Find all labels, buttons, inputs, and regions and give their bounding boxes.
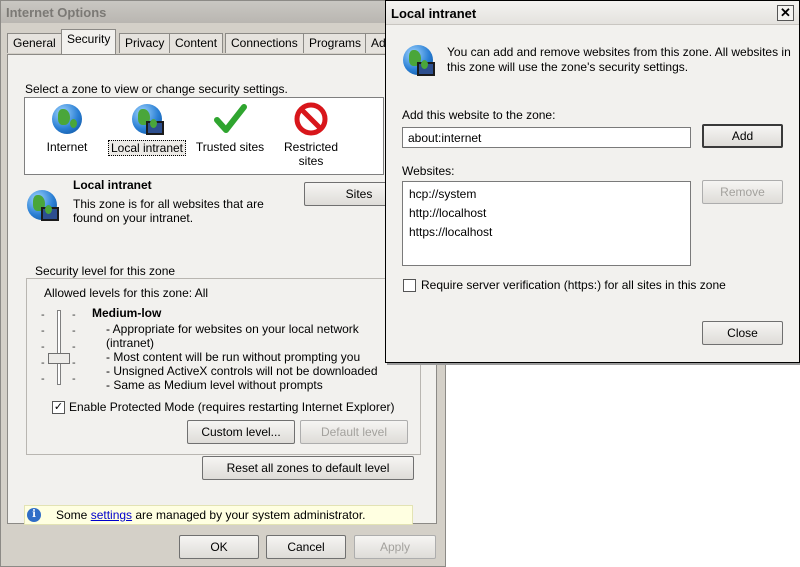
ok-button[interactable]: OK	[179, 535, 259, 559]
tab-general[interactable]: General	[7, 33, 62, 53]
websites-label: Websites:	[402, 164, 455, 178]
dialog-zone-icon	[403, 45, 435, 76]
internet-globe-icon	[52, 104, 82, 134]
admin-note: Some settings are managed by your system…	[56, 508, 366, 522]
protected-mode-checkbox[interactable]: ✓	[52, 401, 65, 414]
zone-label: Local intranet	[107, 140, 187, 156]
protected-mode-label: Enable Protected Mode (requires restarti…	[69, 400, 395, 414]
list-item[interactable]: http://localhost	[409, 204, 684, 223]
add-website-input[interactable]	[402, 127, 691, 148]
checkmark-icon	[214, 104, 247, 133]
tab-security[interactable]: Security	[61, 29, 117, 54]
close-icon[interactable]: ✕	[777, 5, 794, 21]
security-level-slider-thumb[interactable]	[48, 353, 70, 364]
remove-button[interactable]: Remove	[702, 180, 783, 204]
dialog-info-line2: this zone will use the zone's security s…	[447, 60, 689, 74]
settings-link[interactable]: settings	[91, 508, 132, 522]
restricted-icon	[294, 102, 328, 136]
zone-local-intranet[interactable]: Local intranet	[107, 102, 187, 156]
window-title: Internet Options	[1, 1, 445, 23]
zone-list: Internet Local intranet Trusted sites Re…	[24, 97, 384, 175]
info-icon: i	[27, 508, 41, 522]
level-bullet-4: - Same as Medium level without prompts	[106, 378, 323, 392]
security-level-name: Medium-low	[92, 306, 162, 320]
reset-all-zones-button[interactable]: Reset all zones to default level	[202, 456, 414, 480]
level-bullet-1: - Appropriate for websites on your local…	[106, 322, 359, 336]
tab-privacy[interactable]: Privacy	[119, 33, 171, 53]
close-button[interactable]: Close	[702, 321, 783, 345]
require-verification-label: Require server verification (https:) for…	[421, 278, 726, 292]
list-item[interactable]: https://localhost	[409, 223, 684, 242]
tab-programs[interactable]: Programs	[303, 33, 368, 53]
default-level-button[interactable]: Default level	[300, 420, 408, 444]
zone-restricted-sites[interactable]: Restricted sites	[271, 102, 351, 168]
selected-zone-name: Local intranet	[73, 178, 152, 192]
selected-zone-desc-line1: This zone is for all websites that are	[73, 197, 264, 211]
level-bullet-2: - Most content will be run without promp…	[106, 350, 361, 364]
add-button[interactable]: Add	[702, 124, 783, 148]
security-level-slider-track[interactable]	[57, 310, 61, 385]
tab-content[interactable]: Content	[169, 33, 224, 53]
allowed-levels-text: Allowed levels for this zone: All	[44, 286, 209, 300]
zone-label: Restricted sites	[283, 140, 339, 168]
cancel-button[interactable]: Cancel	[266, 535, 346, 559]
select-zone-instruction: Select a zone to view or change security…	[25, 82, 288, 96]
zone-label: Internet	[46, 140, 88, 154]
local-intranet-icon	[132, 104, 164, 135]
selected-zone-desc-line2: found on your intranet.	[73, 211, 194, 225]
level-bullet-3: - Unsigned ActiveX controls will not be …	[106, 364, 378, 378]
security-level-group-title: Security level for this zone	[33, 264, 178, 278]
websites-list[interactable]: hcp://system http://localhost https://lo…	[402, 181, 691, 266]
require-verification-checkbox[interactable]	[403, 279, 416, 292]
apply-button[interactable]: Apply	[354, 535, 436, 559]
selected-zone-icon	[27, 190, 59, 221]
tab-connections[interactable]: Connections	[225, 33, 304, 53]
zone-trusted-sites[interactable]: Trusted sites	[190, 102, 270, 154]
level-bullet-1-cont: (intranet)	[106, 336, 155, 350]
dialog-info-line1: You can add and remove websites from thi…	[447, 45, 791, 59]
zone-label: Trusted sites	[195, 140, 265, 154]
list-item[interactable]: hcp://system	[409, 185, 684, 204]
custom-level-button[interactable]: Custom level...	[187, 420, 295, 444]
dialog-title: Local intranet	[386, 1, 799, 25]
add-website-label: Add this website to the zone:	[402, 108, 556, 122]
zone-internet[interactable]: Internet	[27, 102, 107, 154]
